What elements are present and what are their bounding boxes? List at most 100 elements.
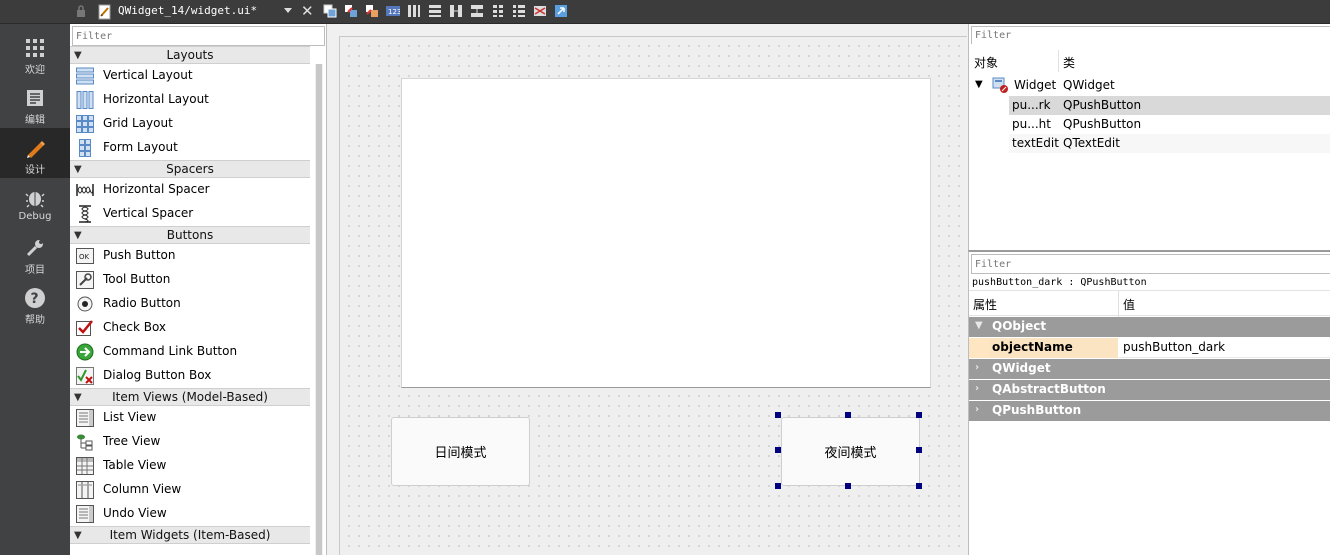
object-class: QPushButton xyxy=(1063,117,1142,131)
resize-handle[interactable] xyxy=(845,483,851,489)
radio-button-icon xyxy=(77,296,93,312)
check-box-icon xyxy=(76,320,93,336)
group-qabstractbutton[interactable]: › QAbstractButton xyxy=(969,380,1330,400)
design-pencil-icon xyxy=(23,136,47,160)
widget-box-scrollbar[interactable] xyxy=(315,64,323,555)
widget-item-grid-layout[interactable]: Grid Layout xyxy=(70,112,310,136)
mode-edit[interactable]: 编辑 xyxy=(0,78,70,128)
property-filter-input[interactable] xyxy=(972,255,1330,273)
property-filter[interactable] xyxy=(971,254,1330,274)
widget-item-tree-view[interactable]: Tree View xyxy=(70,430,310,454)
widget-item-label: Grid Layout xyxy=(103,116,173,130)
category-buttons[interactable]: ▼ Buttons xyxy=(70,226,310,244)
widget-item-list-view[interactable]: List View xyxy=(70,406,310,430)
layout-grid-icon[interactable] xyxy=(490,3,506,19)
vertical-spacer-icon xyxy=(79,205,91,223)
category-spacers[interactable]: ▼ Spacers xyxy=(70,160,310,178)
break-layout-icon[interactable] xyxy=(532,3,548,19)
adjust-size-icon[interactable] xyxy=(553,3,569,19)
column-object[interactable]: 对象 xyxy=(974,54,998,71)
day-mode-button[interactable]: 日间模式 xyxy=(391,417,530,486)
tree-row-pushbutton-light[interactable]: pu...ht QPushButton xyxy=(1009,115,1330,134)
tree-row-textedit[interactable]: textEdit QTextEdit xyxy=(1009,134,1330,153)
object-filter[interactable] xyxy=(971,26,1330,44)
edit-signals-icon[interactable] xyxy=(343,3,359,19)
category-item-views[interactable]: ▼ Item Views (Model-Based) xyxy=(70,388,310,406)
mode-debug[interactable]: Debug xyxy=(0,178,70,228)
file-dropdown-icon[interactable] xyxy=(284,8,292,13)
document-icon xyxy=(98,4,111,20)
widget-item-vertical-spacer[interactable]: Vertical Spacer xyxy=(70,202,310,226)
resize-handle[interactable] xyxy=(916,412,922,418)
category-layouts[interactable]: ▼ Layouts xyxy=(70,46,310,64)
widget-item-horizontal-layout[interactable]: Horizontal Layout xyxy=(70,88,310,112)
widget-item-vertical-layout[interactable]: Vertical Layout xyxy=(70,64,310,88)
widget-item-push-button[interactable]: OK Push Button xyxy=(70,244,310,268)
property-value-objectname[interactable]: pushButton_dark xyxy=(1119,338,1330,358)
debug-bug-icon xyxy=(23,186,47,210)
chevron-down-icon[interactable]: ▼ xyxy=(975,79,983,90)
property-objectname[interactable]: objectName pushButton_dark xyxy=(969,338,1330,358)
widget-item-column-view[interactable]: Column View xyxy=(70,478,310,502)
widget-item-horizontal-spacer[interactable]: Horizontal Spacer xyxy=(70,178,310,202)
tree-row-pushbutton-dark[interactable]: pu...rk QPushButton xyxy=(1009,96,1330,115)
widget-filter-input[interactable] xyxy=(73,27,324,45)
edit-widgets-icon[interactable] xyxy=(322,3,338,19)
mode-help[interactable]: ? 帮助 xyxy=(0,278,70,328)
form-layout-icon xyxy=(79,139,91,157)
form-widget[interactable]: 日间模式 夜间模式 xyxy=(339,36,967,555)
mode-welcome[interactable]: 欢迎 xyxy=(0,28,70,78)
tool-button-icon xyxy=(76,271,94,289)
column-value[interactable]: 值 xyxy=(1123,296,1135,313)
widget-item-tool-button[interactable]: Tool Button xyxy=(70,268,310,292)
layout-horizontal-icon[interactable] xyxy=(406,3,422,19)
column-property[interactable]: 属性 xyxy=(973,296,997,313)
group-qobject[interactable]: ▼ QObject xyxy=(969,317,1330,337)
group-title: QAbstractButton xyxy=(992,382,1106,396)
mode-label: 项目 xyxy=(25,265,45,276)
layout-h-splitter-icon[interactable] xyxy=(448,3,464,19)
tree-row-widget[interactable]: ▼ Widget QWidget xyxy=(969,76,1330,95)
resize-handle[interactable] xyxy=(775,412,781,418)
resize-handle[interactable] xyxy=(775,483,781,489)
edit-buddies-icon[interactable] xyxy=(364,3,380,19)
widget-item-command-link-button[interactable]: Command Link Button xyxy=(70,340,310,364)
widget-item-check-box[interactable]: Check Box xyxy=(70,316,310,340)
widget-item-form-layout[interactable]: Form Layout xyxy=(70,136,310,160)
category-title: Item Views (Model-Based) xyxy=(112,390,268,404)
mode-design[interactable]: 设计 xyxy=(0,128,70,178)
command-link-icon xyxy=(76,343,94,361)
close-document-icon[interactable]: ✕ xyxy=(301,3,314,19)
resize-handle[interactable] xyxy=(916,483,922,489)
night-mode-button[interactable]: 夜间模式 xyxy=(781,417,920,486)
layout-v-splitter-icon[interactable] xyxy=(469,3,485,19)
widget-item-label: Vertical Spacer xyxy=(103,206,194,220)
group-qpushbutton[interactable]: › QPushButton xyxy=(969,401,1330,421)
widget-item-dialog-button-box[interactable]: Dialog Button Box xyxy=(70,364,310,388)
layout-vertical-icon[interactable] xyxy=(427,3,443,19)
layout-form-icon[interactable] xyxy=(511,3,527,19)
property-editor-header: 属性 值 xyxy=(969,290,1330,317)
column-class[interactable]: 类 xyxy=(1063,54,1075,71)
text-edit[interactable] xyxy=(401,78,931,388)
help-icon: ? xyxy=(23,286,47,310)
widget-box: ▼Layouts Vertical Layout Horizontal Layo… xyxy=(70,24,327,555)
resize-handle[interactable] xyxy=(845,412,851,418)
category-item-widgets[interactable]: ▼ Item Widgets (Item-Based) xyxy=(70,526,310,544)
widget-filter[interactable] xyxy=(72,26,325,46)
open-file-title[interactable]: QWidget_14/widget.ui* xyxy=(118,4,257,17)
widget-item-undo-view[interactable]: Undo View xyxy=(70,502,310,526)
list-view-icon xyxy=(76,409,94,427)
resize-handle[interactable] xyxy=(916,447,922,453)
widget-item-table-view[interactable]: Table View xyxy=(70,454,310,478)
mode-project[interactable]: 项目 xyxy=(0,228,70,278)
object-filter-input[interactable] xyxy=(972,27,1330,44)
widget-item-label: Command Link Button xyxy=(103,344,238,358)
svg-text:?: ? xyxy=(31,291,39,307)
edit-tab-order-icon[interactable]: 123 xyxy=(385,3,401,19)
group-qwidget[interactable]: › QWidget xyxy=(969,359,1330,379)
object-name: pu...rk xyxy=(1012,98,1051,112)
resize-handle[interactable] xyxy=(775,447,781,453)
scrollbar-thumb[interactable] xyxy=(316,64,322,555)
widget-item-radio-button[interactable]: Radio Button xyxy=(70,292,310,316)
